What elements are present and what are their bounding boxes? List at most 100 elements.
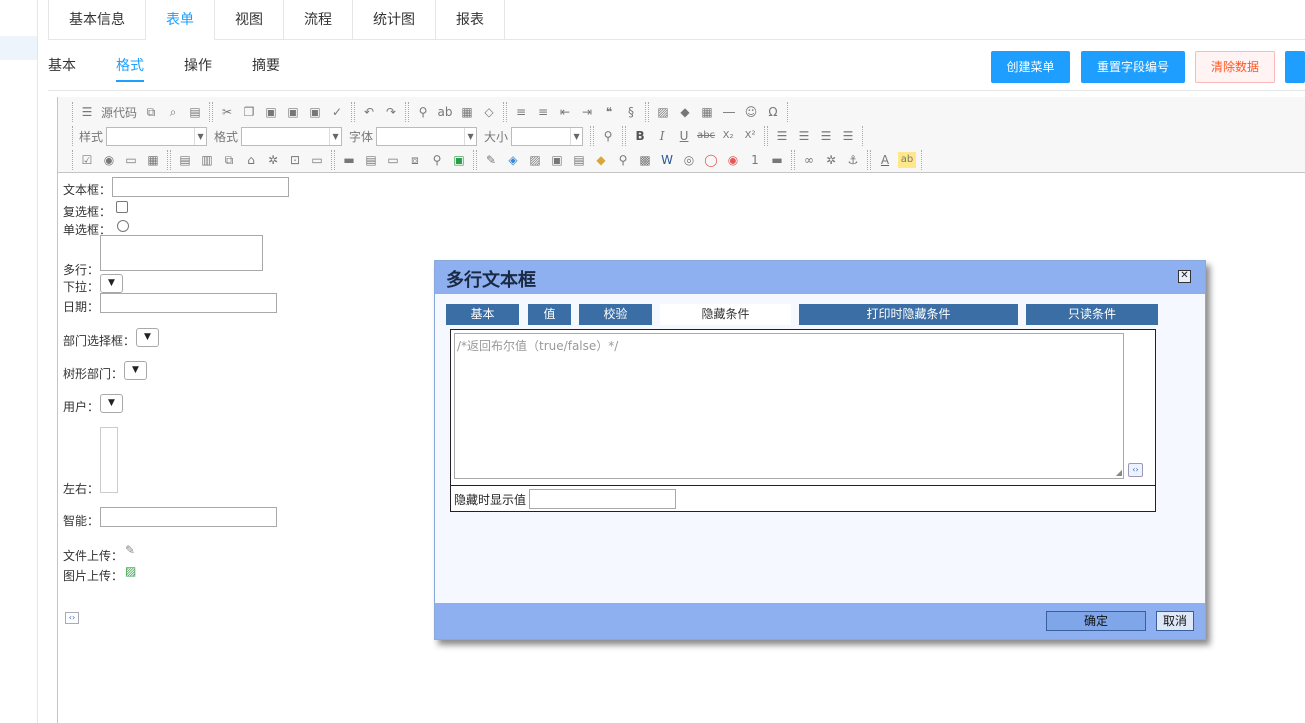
paperclip-icon[interactable]: ✎ <box>125 543 135 557</box>
dept-select[interactable]: ▼ <box>136 328 159 347</box>
font-combo[interactable]: ▼ <box>376 126 478 146</box>
number-control-icon[interactable]: 1 <box>746 152 764 168</box>
bold-button[interactable]: B <box>631 128 649 144</box>
mic-control-icon[interactable]: ⚲ <box>614 152 632 168</box>
layers-control-icon[interactable]: ◈ <box>504 152 522 168</box>
subtab-basic[interactable]: 基本 <box>48 52 76 82</box>
font-color-button[interactable]: A <box>876 152 894 168</box>
calendar-control-icon[interactable]: ▤ <box>176 152 194 168</box>
indent-icon[interactable]: ⇥ <box>578 104 596 120</box>
div-icon[interactable]: § <box>622 104 640 120</box>
subtab-summary[interactable]: 摘要 <box>252 52 280 82</box>
bar-control-icon[interactable]: ▬ <box>768 152 786 168</box>
align-justify-icon[interactable]: ☰ <box>839 128 857 144</box>
dialog-tab-readonly-condition[interactable]: 只读条件 <box>1026 304 1158 325</box>
reset-field-number-button[interactable]: 重置字段编号 <box>1081 51 1185 83</box>
clear-data-button[interactable]: 清除数据 <box>1195 51 1275 83</box>
paste-text-icon[interactable]: ▣ <box>284 104 302 120</box>
dialog-tab-basic[interactable]: 基本 <box>446 304 519 325</box>
qrcode-control-icon[interactable]: ▩ <box>636 152 654 168</box>
find-icon[interactable]: ⚲ <box>414 104 432 120</box>
subscript-button[interactable]: X₂ <box>719 128 737 144</box>
word-control-icon[interactable]: W <box>658 152 676 168</box>
smart-input[interactable] <box>100 507 277 527</box>
subtab-operation[interactable]: 操作 <box>184 52 212 82</box>
map-control-icon[interactable]: ◆ <box>592 152 610 168</box>
blockquote-icon[interactable]: ❝ <box>600 104 618 120</box>
tab-view[interactable]: 视图 <box>215 0 284 40</box>
org-control-icon[interactable]: ⧉ <box>220 152 238 168</box>
align-left-icon[interactable]: ☰ <box>773 128 791 144</box>
line-control-icon[interactable]: ▬ <box>340 152 358 168</box>
resize-grip-icon[interactable]: ◢ <box>1116 468 1122 477</box>
textbox-input[interactable] <box>112 177 289 197</box>
hidden-display-input[interactable] <box>529 489 676 509</box>
doc-control-icon[interactable]: ▤ <box>362 152 380 168</box>
print-icon[interactable]: ▤ <box>186 104 204 120</box>
spellcheck-icon[interactable]: ✓ <box>328 104 346 120</box>
redo-icon[interactable]: ↷ <box>382 104 400 120</box>
stamp-control-icon[interactable]: ◉ <box>724 152 742 168</box>
magnifier-icon[interactable]: ⚲ <box>599 128 617 144</box>
copy-icon[interactable]: ❐ <box>240 104 258 120</box>
select-all-icon[interactable]: ▦ <box>458 104 476 120</box>
smiley-icon[interactable]: ☺ <box>742 104 760 120</box>
close-icon[interactable]: ✕ <box>1178 270 1191 283</box>
dropdown-select[interactable]: ▼ <box>100 274 123 293</box>
window-control-icon[interactable]: ▭ <box>308 152 326 168</box>
replace-icon[interactable]: ab <box>436 104 454 120</box>
cancel-button[interactable]: 取消 <box>1156 611 1194 631</box>
leftright-listbox[interactable] <box>100 427 118 493</box>
dialog-tab-value[interactable]: 值 <box>528 304 571 325</box>
date-input[interactable] <box>100 293 277 313</box>
dialog-tab-hide-condition[interactable]: 隐藏条件 <box>660 304 791 325</box>
source-icon[interactable]: ☰ <box>78 104 96 120</box>
pencil-control-icon[interactable]: ✎ <box>482 152 500 168</box>
align-right-icon[interactable]: ☰ <box>817 128 835 144</box>
multiline-textarea[interactable] <box>100 235 263 271</box>
picture-icon[interactable]: ▨ <box>125 564 136 578</box>
flash-icon[interactable]: ◆ <box>676 104 694 120</box>
eraser-icon[interactable]: ◇ <box>480 104 498 120</box>
paste-icon[interactable]: ▣ <box>262 104 280 120</box>
user-control-icon[interactable]: ⊡ <box>286 152 304 168</box>
dialog-tab-print-hide-condition[interactable]: 打印时隐藏条件 <box>799 304 1018 325</box>
tree-dept-select[interactable]: ▼ <box>124 361 147 380</box>
preview-icon[interactable]: ⌕ <box>164 104 182 120</box>
dialog-header[interactable]: 多行文本框 ✕ <box>435 261 1205 294</box>
background-color-button[interactable]: ab <box>898 152 916 168</box>
checkbox-control-icon[interactable]: ☑ <box>78 152 96 168</box>
more-button[interactable] <box>1285 51 1305 83</box>
image-icon[interactable]: ▨ <box>654 104 672 120</box>
outdent-icon[interactable]: ⇤ <box>556 104 574 120</box>
ordered-list-icon[interactable]: ≡ <box>512 104 530 120</box>
radio-control-icon[interactable]: ◉ <box>100 152 118 168</box>
subtab-format[interactable]: 格式 <box>116 52 144 82</box>
create-menu-button[interactable]: 创建菜单 <box>991 51 1070 83</box>
strike-button[interactable]: abc <box>697 128 715 144</box>
tree-control-icon[interactable]: ✲ <box>264 152 282 168</box>
template-icon[interactable]: ⧉ <box>142 104 160 120</box>
date-control-icon[interactable]: ▥ <box>198 152 216 168</box>
paste-word-icon[interactable]: ▣ <box>306 104 324 120</box>
sidebar-selected-item[interactable] <box>0 36 37 60</box>
grid-control-icon[interactable]: ▦ <box>144 152 162 168</box>
radio-input[interactable] <box>117 220 129 232</box>
tab-report[interactable]: 报表 <box>436 0 505 40</box>
cut-icon[interactable]: ✂ <box>218 104 236 120</box>
dialog-tab-validation[interactable]: 校验 <box>579 304 652 325</box>
source-button[interactable]: 源代码 <box>101 104 137 121</box>
expression-editor-icon[interactable]: ‹› <box>1128 463 1143 477</box>
color-control-icon[interactable]: ◯ <box>702 152 720 168</box>
chart-control-icon[interactable]: ▤ <box>570 152 588 168</box>
camera-control-icon[interactable]: ◎ <box>680 152 698 168</box>
checkbox-input[interactable] <box>116 201 128 213</box>
tab-form[interactable]: 表单 <box>146 0 215 40</box>
condition-textarea[interactable]: /*返回布尔值（true/false）*/ ◢ <box>454 333 1124 479</box>
list-control-icon[interactable]: ▣ <box>450 152 468 168</box>
horizontal-rule-icon[interactable]: ― <box>720 104 738 120</box>
underline-button[interactable]: U <box>675 128 693 144</box>
special-char-icon[interactable]: Ω <box>764 104 782 120</box>
size-combo[interactable]: ▼ <box>511 126 584 146</box>
code-control-icon[interactable]: ⧈ <box>406 152 424 168</box>
